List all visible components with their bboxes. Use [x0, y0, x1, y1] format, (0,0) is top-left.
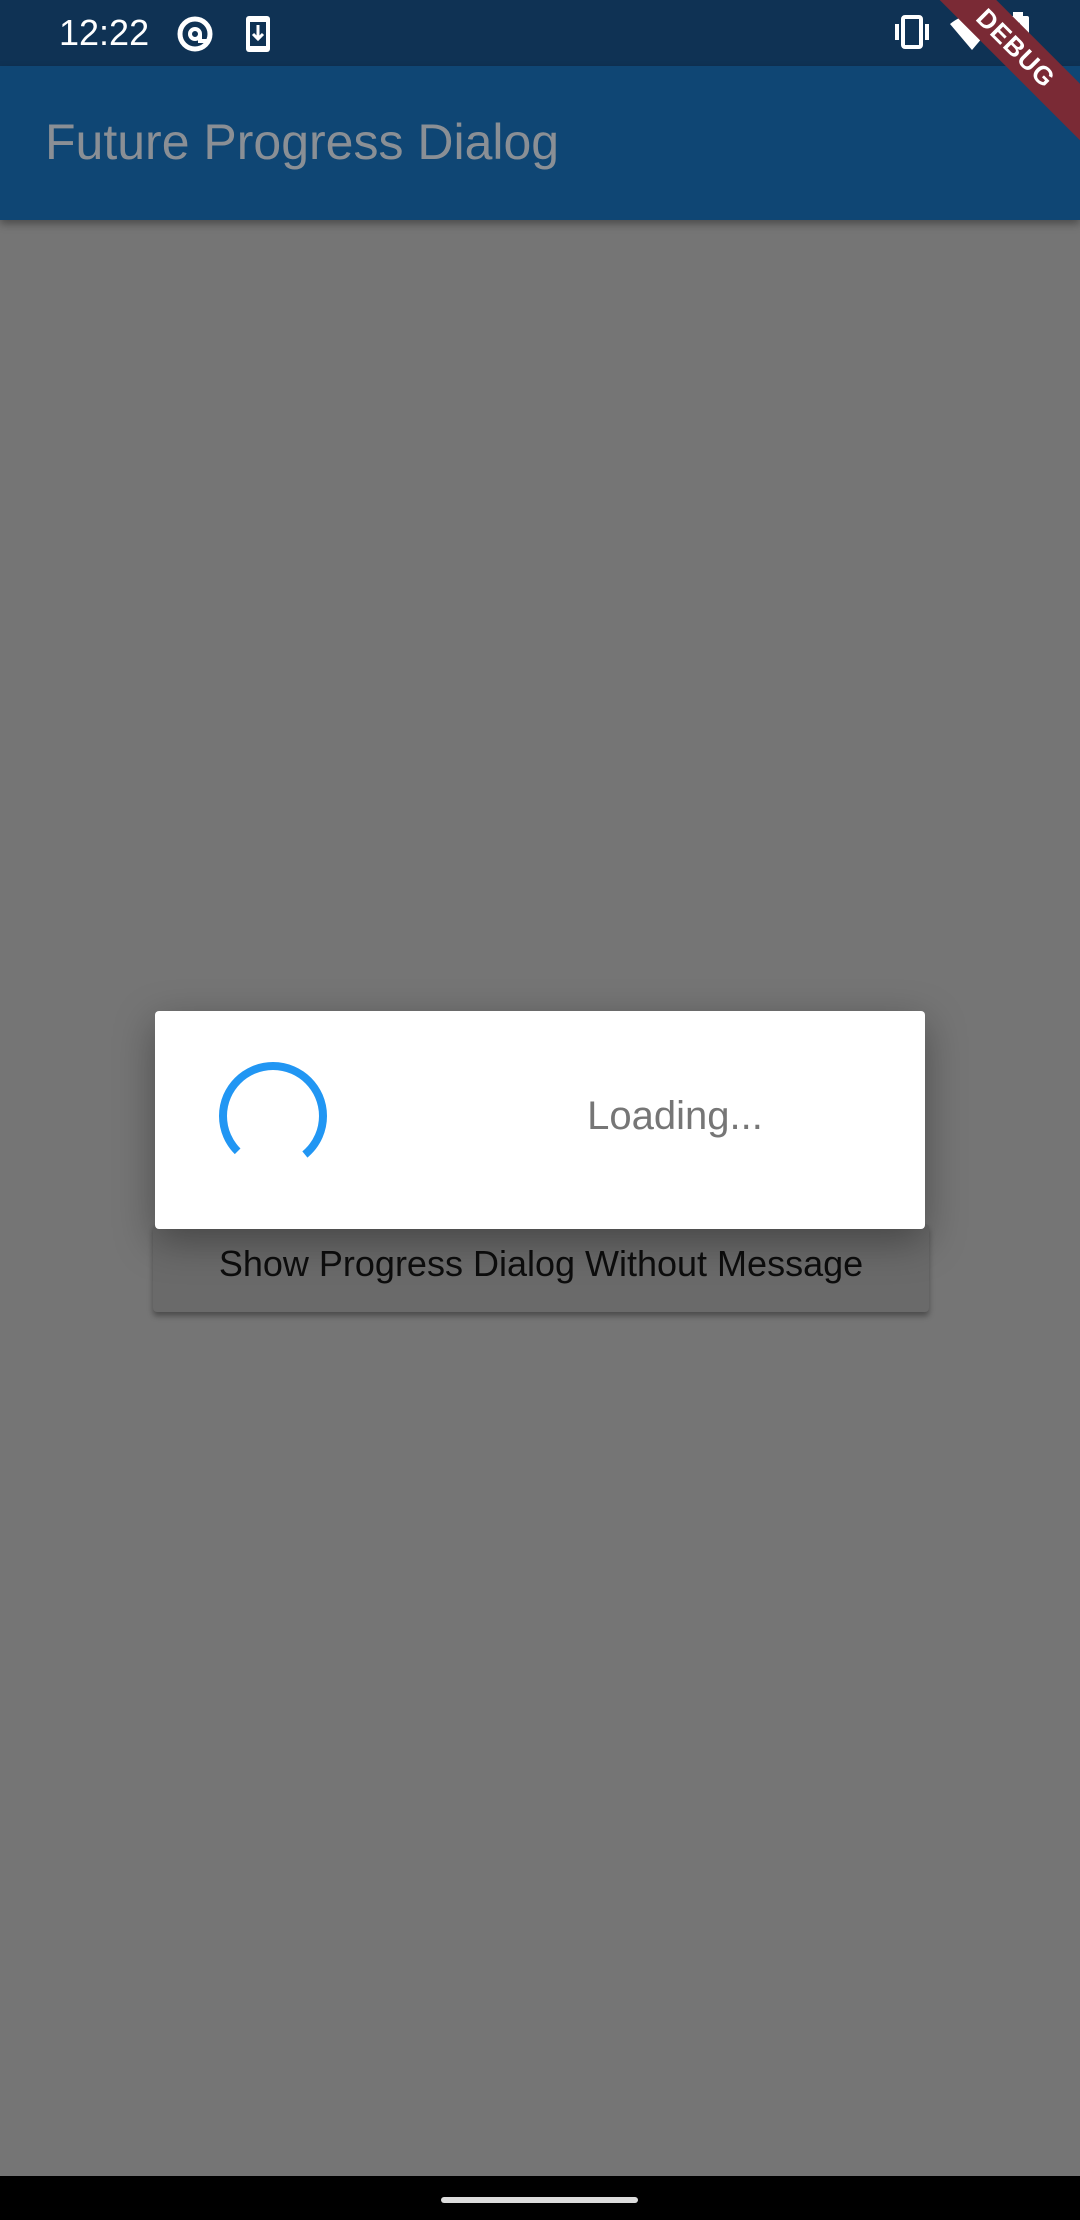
vibrate-icon — [890, 14, 934, 55]
status-time: 12:22 — [59, 12, 150, 53]
dialog-message: Loading... — [587, 1094, 763, 1138]
status-bar: 12:22 — [0, 0, 1080, 66]
show-progress-dialog-button[interactable]: Show Progress Dialog Without Message — [153, 1224, 929, 1312]
screen: 12:22 Future Progress Dialog DEBUG Show … — [0, 0, 1080, 2220]
show-progress-dialog-button-label: Show Progress Dialog Without Message — [218, 1243, 864, 1284]
progress-spinner-icon — [219, 1062, 327, 1170]
app-bar-title: Future Progress Dialog — [45, 114, 560, 170]
navigation-bar — [0, 2176, 1080, 2220]
app-bar: Future Progress Dialog — [0, 66, 1080, 220]
home-gesture-handle[interactable] — [441, 2197, 638, 2203]
progress-dialog: Loading... — [155, 1011, 925, 1229]
at-sign-icon — [175, 14, 215, 59]
download-icon — [244, 14, 272, 59]
